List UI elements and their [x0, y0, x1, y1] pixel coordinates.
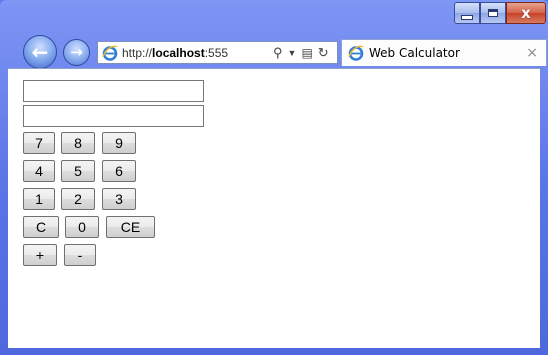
page-content: 7 8 9 4 5 6 1 2 3 C 0 CE + - [8, 68, 540, 348]
minimize-icon [461, 14, 473, 20]
minimize-button[interactable] [454, 2, 480, 24]
close-window-button[interactable]: x [506, 2, 546, 24]
tab-title: Web Calculator [369, 46, 460, 60]
back-button[interactable]: ← [23, 35, 57, 69]
chevron-down-icon[interactable]: ▼ [288, 48, 297, 58]
ie-icon [348, 45, 364, 61]
digit-0-button[interactable]: 0 [65, 216, 99, 238]
digit-1-button[interactable]: 1 [23, 188, 55, 210]
maximize-icon [488, 9, 498, 17]
digit-8-button[interactable]: 8 [61, 132, 95, 154]
digit-4-button[interactable]: 4 [23, 160, 55, 182]
maximize-button[interactable] [480, 2, 506, 24]
forward-arrow-icon: → [70, 43, 83, 61]
display-field-2[interactable] [23, 105, 204, 127]
address-bar[interactable]: http://localhost:555 ⚲ ▼ ▤ ↻ [97, 41, 338, 64]
digit-7-button[interactable]: 7 [23, 132, 55, 154]
digit-5-button[interactable]: 5 [61, 160, 95, 182]
display-field-1[interactable] [23, 80, 204, 102]
minus-button[interactable]: - [64, 244, 96, 266]
search-icon[interactable]: ⚲ [273, 45, 283, 61]
url-text: http://localhost:555 [122, 45, 229, 60]
browser-window: x ← → http://localhost:555 ⚲ ▼ ▤ ↻ Web C… [0, 0, 548, 355]
ie-icon [102, 45, 118, 61]
back-arrow-icon: ← [31, 40, 49, 64]
plus-button[interactable]: + [23, 244, 57, 266]
digit-9-button[interactable]: 9 [102, 132, 136, 154]
close-icon: x [521, 3, 531, 22]
compatibility-view-icon[interactable]: ▤ [301, 46, 312, 60]
close-icon[interactable]: × [526, 45, 538, 61]
clear-entry-button[interactable]: CE [106, 216, 155, 238]
refresh-icon[interactable]: ↻ [318, 45, 329, 61]
digit-3-button[interactable]: 3 [102, 188, 136, 210]
digit-6-button[interactable]: 6 [102, 160, 136, 182]
tab-web-calculator[interactable]: Web Calculator × [341, 39, 547, 66]
clear-button[interactable]: C [23, 216, 59, 238]
digit-2-button[interactable]: 2 [61, 188, 95, 210]
forward-button[interactable]: → [63, 39, 90, 66]
